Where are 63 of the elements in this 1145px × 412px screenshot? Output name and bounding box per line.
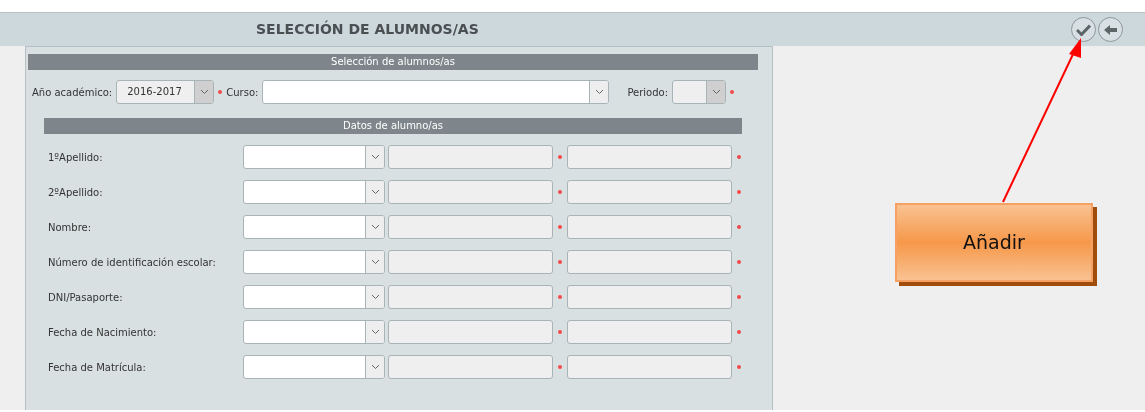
caret-icon — [370, 364, 380, 370]
field-label: Año académico: — [32, 85, 113, 100]
select-field[interactable] — [243, 215, 385, 239]
required-mark — [737, 260, 741, 264]
field-label: Fecha de Matrícula: — [48, 360, 147, 375]
input-field[interactable] — [567, 180, 732, 204]
select-field[interactable] — [243, 180, 385, 204]
input-field[interactable] — [567, 320, 732, 344]
field-label: 1ºApellido: — [48, 150, 104, 165]
caret-icon — [370, 189, 380, 195]
input-field[interactable] — [388, 180, 553, 204]
field-label: Número de identificación escolar: — [48, 255, 217, 270]
required-mark — [737, 155, 741, 159]
required-mark — [558, 260, 562, 264]
caret-icon — [711, 89, 721, 95]
required-mark — [558, 330, 562, 334]
select-field[interactable] — [262, 80, 610, 104]
required-mark — [737, 295, 741, 299]
required-mark — [737, 225, 741, 229]
input-field[interactable] — [567, 215, 732, 239]
required-mark — [737, 365, 741, 369]
select-field[interactable] — [243, 355, 385, 379]
field-label: DNI/Pasaporte: — [48, 290, 124, 305]
input-field[interactable] — [567, 285, 732, 309]
caret-icon — [370, 224, 380, 230]
input-field[interactable] — [567, 355, 732, 379]
caret-icon — [370, 154, 380, 160]
section-header: Datos de alumno/as — [44, 118, 742, 134]
input-field[interactable] — [388, 285, 553, 309]
confirm-button[interactable] — [1071, 17, 1096, 42]
required-mark — [558, 295, 562, 299]
check-icon — [1076, 23, 1091, 36]
required-mark — [558, 155, 562, 159]
select-field[interactable] — [243, 320, 385, 344]
select-field[interactable] — [243, 250, 385, 274]
input-field[interactable] — [567, 250, 732, 274]
caret-icon — [370, 329, 380, 335]
input-field[interactable] — [388, 355, 553, 379]
field-label: Fecha de Nacimiento: — [48, 325, 158, 340]
field-label: 2ºApellido: — [48, 185, 104, 200]
required-mark — [737, 330, 741, 334]
input-field[interactable] — [567, 145, 732, 169]
select-field[interactable] — [243, 145, 385, 169]
section-header: Selección de alumnos/as — [28, 54, 758, 70]
field-label: Periodo: — [627, 85, 669, 100]
input-field[interactable] — [388, 250, 553, 274]
required-mark — [558, 365, 562, 369]
arrow-left-icon — [1103, 23, 1118, 36]
back-button[interactable] — [1098, 17, 1123, 42]
page-title: SELECCIÓN DE ALUMNOS/AS — [256, 19, 479, 39]
caret-icon — [594, 89, 604, 95]
required-mark — [558, 190, 562, 194]
field-label: Nombre: — [48, 220, 93, 235]
input-field[interactable] — [388, 145, 553, 169]
caret-icon — [199, 89, 209, 95]
caret-icon — [370, 259, 380, 265]
field-label: Curso: — [226, 85, 259, 100]
select-field[interactable] — [243, 285, 385, 309]
required-mark — [558, 225, 562, 229]
required-mark — [737, 190, 741, 194]
input-field[interactable] — [388, 320, 553, 344]
caret-icon — [370, 294, 380, 300]
input-field[interactable] — [388, 215, 553, 239]
